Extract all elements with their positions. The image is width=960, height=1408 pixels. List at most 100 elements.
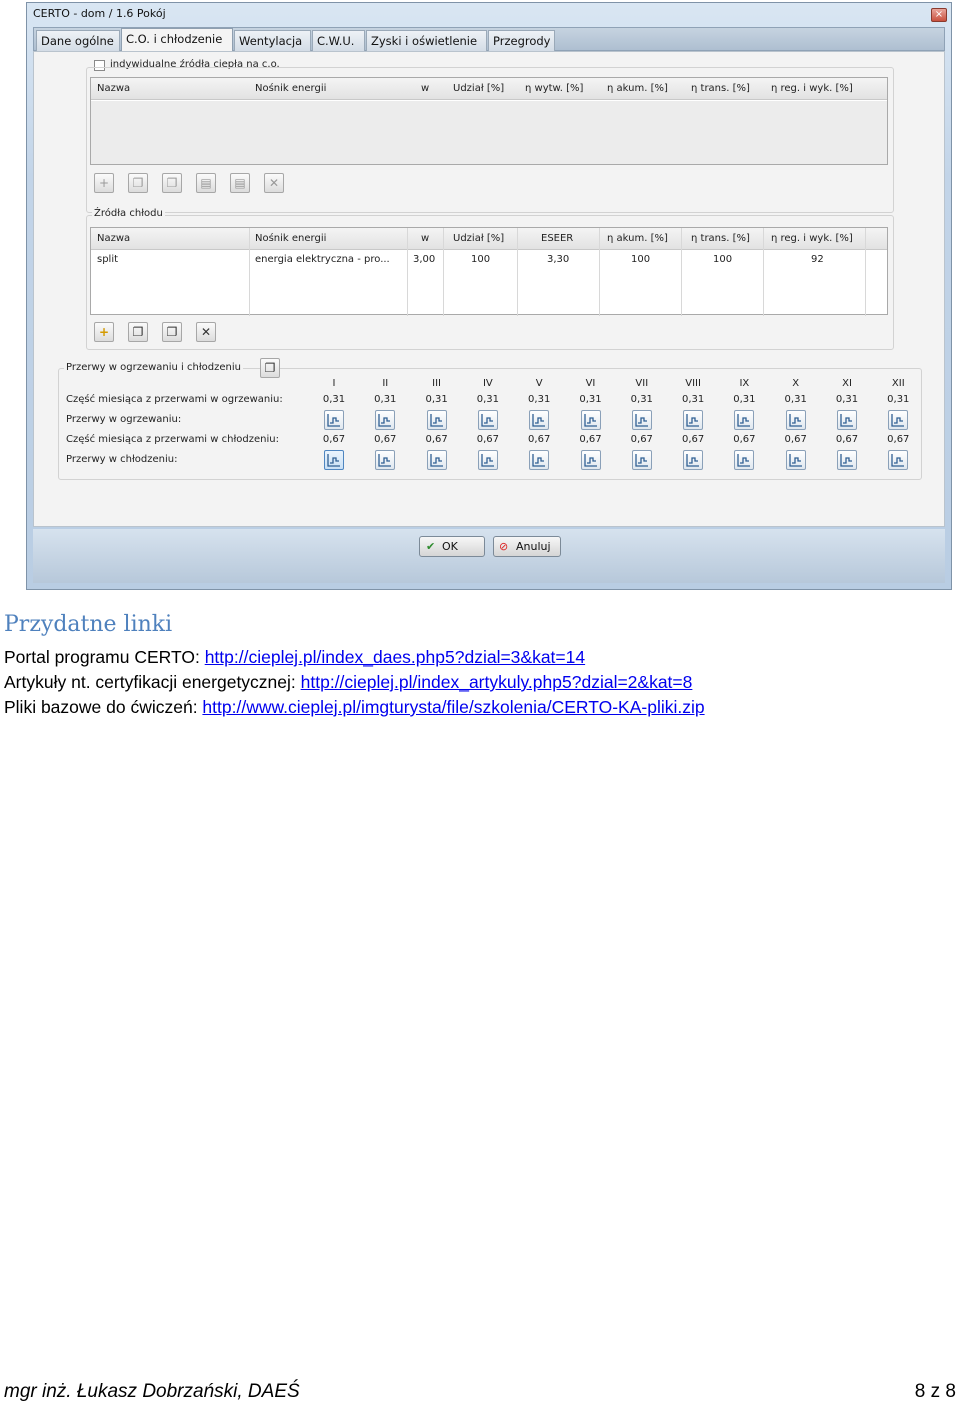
cooling-breaks-chart-button[interactable] (631, 450, 652, 470)
step-chart-icon (429, 414, 443, 427)
col-eta-trans: η trans. [%] (691, 233, 750, 244)
cancel-button[interactable]: ⊘ Anuluj (493, 536, 561, 557)
cooling-fraction-value: 0,67 (887, 434, 910, 445)
cooling-breaks-chart-button[interactable] (888, 450, 909, 470)
col-eta-akum: η akum. [%] (607, 83, 668, 94)
ok-button[interactable]: ✔ OK (419, 536, 485, 557)
tab-cwu[interactable]: C.W.U. (312, 30, 365, 51)
portal-link[interactable]: http://cieplej.pl/index_daes.php5?dzial=… (205, 647, 585, 667)
cooling-breaks-chart-button[interactable] (529, 450, 550, 470)
col-nosnik: Nośnik energii (255, 233, 327, 244)
copy-cooling-source-icon[interactable]: ❐ (128, 322, 148, 342)
cooling-breaks-chart-button[interactable] (375, 450, 396, 470)
heating-fraction-value: 0,31 (887, 394, 910, 405)
heating-breaks-chart-button[interactable] (683, 410, 704, 430)
tab-dane-ogolne[interactable]: Dane ogólne (36, 30, 120, 51)
cooling-fraction-value: 0,67 (476, 434, 500, 445)
add-cooling-source-icon[interactable]: + (94, 322, 114, 342)
breaks-legend: Przerwy w ogrzewaniu i chłodzeniu (64, 362, 243, 373)
step-chart-icon (840, 414, 853, 427)
copy-heat-source-icon[interactable]: ❐ (128, 173, 148, 193)
col-eta-wytw: η wytw. [%] (525, 83, 584, 94)
cooling-breaks-chart-button[interactable] (683, 450, 704, 470)
heating-breaks-chart-button[interactable] (477, 410, 498, 430)
heating-breaks-chart-button[interactable] (631, 410, 652, 430)
close-icon[interactable]: × (931, 8, 947, 22)
cell-w: 3,00 (413, 254, 436, 265)
grid-line (517, 228, 518, 316)
step-chart-icon (532, 454, 546, 467)
cooling-fraction-value: 0,67 (322, 434, 346, 445)
month-label: XI (842, 378, 852, 389)
cell-eta-reg: 92 (811, 254, 824, 265)
heating-breaks-chart-button[interactable] (837, 410, 857, 430)
cooling-breaks-chart-button[interactable] (785, 450, 806, 470)
month-label: V (535, 378, 543, 389)
col-udzial: Udział [%] (453, 83, 505, 94)
heating-breaks-chart-button[interactable] (529, 410, 550, 430)
cooling-breaks-chart-button[interactable] (477, 450, 498, 470)
cooling-breaks-chart-button[interactable] (580, 450, 601, 470)
cooling-fraction-value: 0,67 (681, 434, 705, 445)
heating-fraction-label: Część miesiąca z przerwami w ogrzewaniu: (66, 394, 283, 405)
step-chart-icon (737, 454, 751, 467)
col-udzial: Udział [%] (453, 233, 505, 244)
cooling-sources-grid[interactable]: Nazwa Nośnik energii w Udział [%] ESEER … (90, 227, 888, 316)
tab-co-chlodzenie[interactable]: C.O. i chłodzenie (121, 28, 233, 52)
heating-breaks-chart-button[interactable] (785, 410, 806, 430)
step-chart-icon (840, 454, 853, 467)
month-label: VI (585, 378, 596, 389)
cooling-fraction-label: Część miesiąca z przerwami w chłodzeniu: (66, 434, 279, 445)
grid-line (865, 228, 866, 316)
link-label: Pliki bazowe do ćwiczeń: (4, 697, 203, 717)
tab-przegrody[interactable]: Przegrody (488, 30, 555, 51)
cooling-fraction-value: 0,67 (528, 434, 551, 445)
cancel-icon: ⊘ (499, 540, 509, 553)
tab-content-panel: indywidualne źródła ciepła na c.o. Nazwa… (33, 51, 945, 527)
heating-fraction-value: 0,31 (733, 394, 756, 405)
heating-breaks-chart-button[interactable] (888, 410, 909, 430)
step-chart-icon (635, 414, 648, 427)
heating-breaks-label: Przerwy w ogrzewaniu: (66, 414, 182, 425)
link-line-files: Pliki bazowe do ćwiczeń: http://www.ciep… (4, 697, 705, 718)
files-link[interactable]: http://www.cieplej.pl/imgturysta/file/sz… (202, 697, 704, 717)
month-label: IV (482, 378, 493, 389)
cell-nosnik: energia elektryczna - pro... (255, 254, 390, 265)
heating-fraction-value: 0,31 (681, 394, 705, 405)
cooling-breaks-chart-button[interactable] (734, 450, 755, 470)
export-heat-source-icon[interactable]: ▤ (230, 173, 250, 193)
cooling-breaks-chart-button[interactable] (426, 450, 447, 470)
cooling-fraction-value: 0,67 (425, 434, 448, 445)
ok-label: OK (442, 540, 458, 553)
certo-dialog-window: CERTO - dom / 1.6 Pokój × Dane ogólne C.… (26, 2, 952, 590)
check-icon: ✔ (426, 540, 436, 553)
step-chart-icon (378, 454, 392, 467)
heating-breaks-chart-button[interactable] (375, 410, 396, 430)
heating-breaks-chart-button[interactable] (734, 410, 755, 430)
link-label: Artykuły nt. certyfikacji energetycznej: (4, 672, 301, 692)
tab-wentylacja[interactable]: Wentylacja (234, 30, 311, 51)
col-nosnik: Nośnik energii (255, 83, 327, 94)
delete-heat-source-icon[interactable]: ✕ (264, 173, 284, 193)
link-line-articles: Artykuły nt. certyfikacji energetycznej:… (4, 672, 692, 693)
step-chart-icon (635, 454, 648, 467)
heating-breaks-chart-button[interactable] (580, 410, 601, 430)
add-heat-source-icon[interactable]: + (94, 173, 114, 193)
step-chart-icon (481, 454, 494, 467)
heating-fraction-value: 0,31 (630, 394, 653, 405)
import-heat-source-icon[interactable]: ▤ (196, 173, 216, 193)
cooling-breaks-chart-button[interactable] (324, 450, 344, 470)
heating-sources-grid[interactable]: Nazwa Nośnik energii w Udział [%] η wytw… (90, 77, 888, 165)
articles-link[interactable]: http://cieplej.pl/index_artykuly.php5?dz… (301, 672, 693, 692)
cooling-breaks-chart-button[interactable] (837, 450, 857, 470)
paste-heat-source-icon[interactable]: ❐ (162, 173, 182, 193)
paste-cooling-source-icon[interactable]: ❐ (162, 322, 182, 342)
heating-breaks-chart-button[interactable] (324, 410, 344, 430)
heating-breaks-chart-button[interactable] (426, 410, 447, 430)
grid-line (681, 228, 682, 316)
delete-cooling-source-icon[interactable]: ✕ (196, 322, 216, 342)
breaks-settings-icon[interactable]: ❐ (260, 358, 280, 378)
tab-zyski-oswietlenie[interactable]: Zyski i oświetlenie (366, 30, 487, 51)
step-chart-icon (532, 414, 546, 427)
window-title: CERTO - dom / 1.6 Pokój (33, 7, 166, 20)
